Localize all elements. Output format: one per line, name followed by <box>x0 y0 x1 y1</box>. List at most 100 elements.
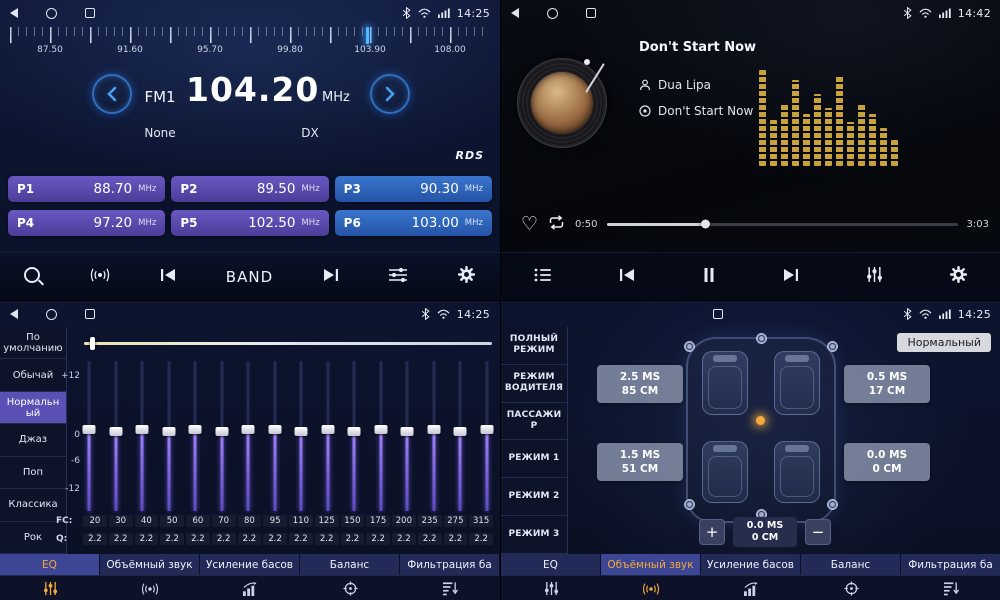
audio-tab[interactable]: Усиление басов <box>200 554 300 576</box>
scan-button[interactable] <box>89 267 111 287</box>
listening-mode-item[interactable]: РЕЖИМ ВОДИТЕЛЯ <box>501 365 567 403</box>
listening-mode-item[interactable]: РЕЖИМ 1 <box>501 440 567 478</box>
previous-station-button[interactable] <box>159 267 177 287</box>
eq-band-slider[interactable] <box>188 361 202 511</box>
audio-settings-button[interactable] <box>388 267 408 287</box>
nav-recents-icon[interactable] <box>586 8 596 18</box>
eq-band-slider[interactable] <box>135 361 149 511</box>
slider-handle[interactable] <box>83 425 96 434</box>
settings-button[interactable] <box>457 265 476 288</box>
tune-up-button[interactable] <box>370 74 410 114</box>
sound-profile-button[interactable]: Нормальный <box>897 333 991 352</box>
seek-bar[interactable] <box>607 223 958 226</box>
nav-home-icon[interactable] <box>547 8 558 19</box>
eq-band-slider[interactable] <box>241 361 255 511</box>
repeat-button[interactable] <box>547 215 566 234</box>
audio-tab[interactable]: EQ <box>501 554 601 576</box>
tab-eq[interactable] <box>501 576 601 600</box>
next-track-button[interactable] <box>782 267 800 287</box>
tab-filter[interactable] <box>901 576 1000 600</box>
eq-band-slider[interactable] <box>347 361 361 511</box>
slider-handle[interactable] <box>401 427 414 436</box>
preset-button[interactable]: P2 89.50 MHz <box>171 176 328 202</box>
tab-bass-boost[interactable] <box>200 576 300 600</box>
eq-preset-item[interactable]: По умолчанию <box>0 327 66 359</box>
nav-recents-icon[interactable] <box>713 309 723 319</box>
favorite-button[interactable]: ♡ <box>521 215 538 234</box>
nav-back-icon[interactable] <box>511 8 519 18</box>
preset-button[interactable]: P3 90.30 MHz <box>335 176 492 202</box>
progress-knob[interactable] <box>701 220 710 229</box>
preset-button[interactable]: P5 102.50 MHz <box>171 210 328 236</box>
listening-position-dot[interactable] <box>756 416 765 425</box>
tab-filter[interactable] <box>400 576 500 600</box>
next-station-button[interactable] <box>322 267 340 287</box>
listening-mode-item[interactable]: РЕЖИМ 3 <box>501 516 567 554</box>
nav-home-icon[interactable] <box>46 309 57 320</box>
frequency-ruler[interactable] <box>10 27 490 43</box>
audio-tab[interactable]: Баланс <box>300 554 400 576</box>
slider-handle[interactable] <box>427 425 440 434</box>
slider-handle[interactable] <box>268 425 281 434</box>
audio-tab[interactable]: Усиление басов <box>701 554 801 576</box>
slider-handle[interactable] <box>136 425 149 434</box>
tab-bass-boost[interactable] <box>701 576 801 600</box>
previous-track-button[interactable] <box>618 267 636 287</box>
delay-rear-left[interactable]: 1.5 MS 51 CM <box>597 443 683 481</box>
slider-handle[interactable] <box>480 425 493 434</box>
delay-decrease-button[interactable]: − <box>805 519 831 545</box>
listening-mode-item[interactable]: ПАССАЖИР <box>501 403 567 441</box>
tab-eq[interactable] <box>0 576 100 600</box>
audio-tab[interactable]: Баланс <box>801 554 901 576</box>
nav-back-icon[interactable] <box>10 309 18 319</box>
tab-balance[interactable] <box>300 576 400 600</box>
eq-band-slider[interactable] <box>82 361 96 511</box>
eq-band-slider[interactable] <box>400 361 414 511</box>
tune-down-button[interactable] <box>92 74 132 114</box>
eq-band-slider[interactable] <box>162 361 176 511</box>
tab-balance[interactable] <box>801 576 901 600</box>
eq-band-slider[interactable] <box>321 361 335 511</box>
delay-increase-button[interactable]: + <box>699 519 725 545</box>
delay-front-right[interactable]: 0.5 MS 17 CM <box>844 365 930 403</box>
listening-mode-item[interactable]: ПОЛНЫЙ РЕЖИМ <box>501 327 567 365</box>
tab-surround[interactable] <box>601 576 701 600</box>
search-button[interactable] <box>24 267 40 287</box>
eq-band-slider[interactable] <box>215 361 229 511</box>
master-slider-handle[interactable] <box>90 337 95 350</box>
slider-handle[interactable] <box>189 425 202 434</box>
eq-band-slider[interactable] <box>109 361 123 511</box>
nav-recents-icon[interactable] <box>85 309 95 319</box>
slider-handle[interactable] <box>162 427 175 436</box>
tab-surround[interactable] <box>100 576 200 600</box>
eq-band-slider[interactable] <box>374 361 388 511</box>
settings-button[interactable] <box>949 265 968 288</box>
slider-handle[interactable] <box>348 427 361 436</box>
audio-tab[interactable]: Фильтрация ба <box>901 554 1000 576</box>
nav-home-icon[interactable] <box>46 8 57 19</box>
equalizer-button[interactable] <box>866 266 883 287</box>
pause-button[interactable] <box>702 267 716 287</box>
preset-button[interactable]: P1 88.70 MHz <box>8 176 165 202</box>
preset-button[interactable]: P6 103.00 MHz <box>335 210 492 236</box>
nav-recents-icon[interactable] <box>85 8 95 18</box>
slider-handle[interactable] <box>374 425 387 434</box>
preset-button[interactable]: P4 97.20 MHz <box>8 210 165 236</box>
playlist-button[interactable] <box>534 267 552 286</box>
slider-handle[interactable] <box>215 427 228 436</box>
eq-band-slider[interactable] <box>480 361 494 511</box>
delay-front-left[interactable]: 2.5 MS 85 CM <box>597 365 683 403</box>
audio-tab[interactable]: Фильтрация ба <box>400 554 500 576</box>
delay-rear-right[interactable]: 0.0 MS 0 CM <box>844 443 930 481</box>
master-level-slider[interactable] <box>84 342 492 345</box>
audio-tab[interactable]: EQ <box>0 554 100 576</box>
slider-handle[interactable] <box>454 427 467 436</box>
seat-front-left[interactable] <box>702 351 748 415</box>
seat-front-right[interactable] <box>774 351 820 415</box>
eq-band-slider[interactable] <box>268 361 282 511</box>
seat-rear-left[interactable] <box>702 441 748 503</box>
eq-band-slider[interactable] <box>427 361 441 511</box>
eq-band-slider[interactable] <box>453 361 467 511</box>
seat-rear-right[interactable] <box>774 441 820 503</box>
album-art[interactable] <box>517 58 607 148</box>
